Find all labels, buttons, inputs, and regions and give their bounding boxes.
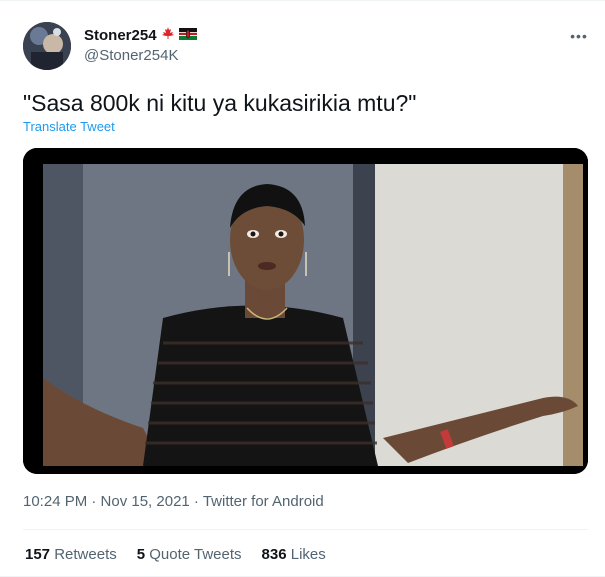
- tweet-text: "Sasa 800k ni kitu ya kukasirikia mtu?": [23, 90, 417, 116]
- avatar[interactable]: [23, 22, 71, 70]
- likes-stat[interactable]: 836 Likes: [262, 546, 326, 563]
- retweets-label: Retweets: [54, 546, 117, 563]
- engagement-stats: 157 Retweets 5 Quote Tweets 836 Likes: [25, 546, 326, 563]
- display-name[interactable]: Stoner254: [84, 27, 157, 44]
- tweet-media[interactable]: [23, 148, 588, 474]
- quote-tweets-label: Quote Tweets: [149, 546, 242, 563]
- tweet-card: Stoner254 @Stoner254K ••• "Sasa 800k ni …: [0, 0, 605, 577]
- user-handle[interactable]: @Stoner254K: [84, 47, 178, 64]
- author-name-row[interactable]: Stoner254: [84, 26, 197, 45]
- quote-tweets-stat[interactable]: 5 Quote Tweets: [137, 546, 242, 563]
- translate-tweet-link[interactable]: Translate Tweet: [23, 119, 115, 134]
- retweets-count: 157: [25, 546, 51, 563]
- tweet-timestamp[interactable]: 10:24 PM · Nov 15, 2021 · Twitter for An…: [23, 493, 324, 510]
- kenya-flag-icon: [178, 27, 197, 45]
- canada-flag-icon: [160, 26, 176, 45]
- likes-count: 836: [261, 546, 287, 563]
- video-frame: [23, 148, 588, 474]
- retweets-stat[interactable]: 157 Retweets: [25, 546, 117, 563]
- likes-label: Likes: [290, 546, 326, 563]
- top-divider: [0, 0, 605, 1]
- more-options-icon[interactable]: •••: [568, 26, 590, 46]
- stats-divider: [23, 529, 588, 530]
- quote-tweets-count: 5: [136, 546, 146, 563]
